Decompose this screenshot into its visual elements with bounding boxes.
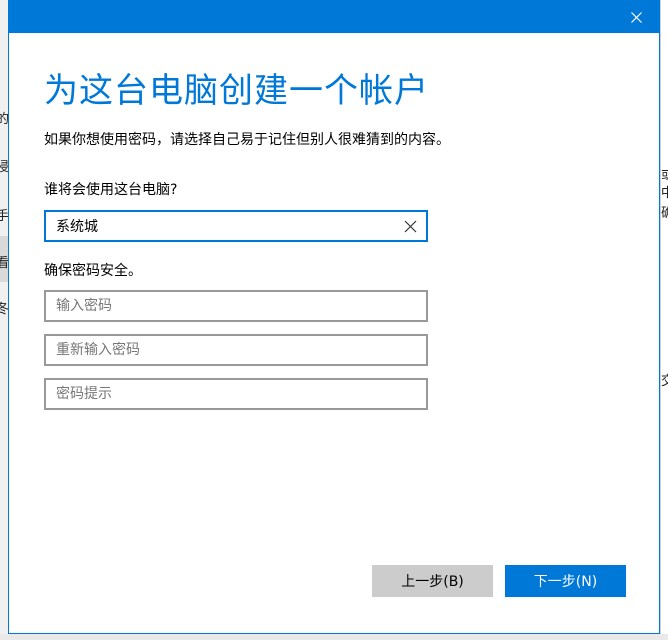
background-window-right: 或 中 确 交 <box>660 0 668 640</box>
clear-text-icon <box>404 220 416 232</box>
background-text-fragment: 的 <box>0 112 8 127</box>
close-button[interactable] <box>613 1 659 33</box>
reenter-password-field <box>44 334 428 366</box>
background-text-fragment: 浸 <box>0 160 8 175</box>
page-title: 为这台电脑创建一个帐户 <box>44 71 429 111</box>
password-section-label: 确保密码安全。 <box>44 263 142 279</box>
intro-text: 如果你想使用密码，请选择自己易于记住但别人很难猜到的内容。 <box>44 132 450 148</box>
back-button[interactable]: 上一步(B) <box>372 565 493 597</box>
clear-username-button[interactable] <box>400 216 420 236</box>
close-icon <box>630 11 642 23</box>
background-text-fragment: 冬 <box>0 302 8 317</box>
password-hint-input[interactable] <box>46 380 426 408</box>
password-hint-field <box>44 378 428 410</box>
create-account-dialog: 为这台电脑创建一个帐户 如果你想使用密码，请选择自己易于记住但别人很难猜到的内容… <box>8 0 660 634</box>
password-field <box>44 290 428 322</box>
background-text-fragment: 看 <box>0 256 8 271</box>
background-text-fragment: 中 <box>661 182 668 201</box>
username-label: 谁将会使用这台电脑? <box>44 182 178 198</box>
background-window-left: 的 浸 手 看 冬 <box>0 0 8 640</box>
title-bar <box>9 1 659 33</box>
reenter-password-input[interactable] <box>46 336 426 364</box>
username-field <box>44 210 428 242</box>
background-text-fragment: 确 <box>661 202 668 221</box>
password-input[interactable] <box>46 292 426 320</box>
next-button[interactable]: 下一步(N) <box>505 565 626 597</box>
username-input[interactable] <box>46 212 426 240</box>
background-text-fragment: 手 <box>0 209 8 224</box>
background-text-fragment: 或 <box>661 164 668 183</box>
background-text-fragment: 交 <box>661 370 668 389</box>
background-taskbar-strip <box>0 634 668 640</box>
